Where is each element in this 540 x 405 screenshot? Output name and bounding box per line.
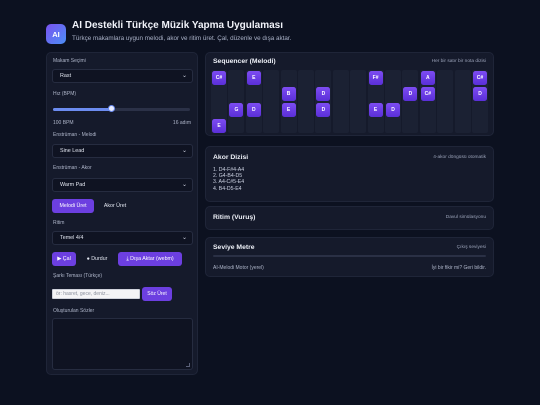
meter-title: Seviye Metre xyxy=(213,244,255,251)
sequencer-column[interactable] xyxy=(332,70,349,133)
chord-item: 4. B4-D5-E4 xyxy=(213,185,242,192)
sequencer-note[interactable]: E xyxy=(212,119,226,134)
chevron-down-icon: ⌄ xyxy=(181,235,187,241)
tempo-slider-fill xyxy=(53,108,112,111)
chord-item: 3. A4-C#5-E4 xyxy=(213,179,245,186)
sequencer-note[interactable]: C# xyxy=(420,86,435,101)
sequencer-note[interactable]: B xyxy=(281,86,296,101)
sequencer-note[interactable]: D xyxy=(473,86,487,101)
chevron-down-icon: ⌄ xyxy=(181,73,187,79)
tempo-label: Hız (BPM) xyxy=(53,91,77,97)
chord-hint: 4-akor döngüsü otomatik xyxy=(433,155,486,160)
sequencer-column[interactable] xyxy=(298,70,314,133)
export-button[interactable]: ⤓ Dışa Aktar (webm) xyxy=(118,252,182,266)
stop-button[interactable]: ● Durdur xyxy=(79,252,115,266)
tempo-slider[interactable] xyxy=(53,105,190,112)
sequencer-note[interactable]: E xyxy=(246,70,261,85)
meter-footer-left: AI-Melodi Motor (yerel) xyxy=(213,265,264,271)
sequencer-title: Sequencer (Melodi) xyxy=(213,58,276,65)
sequencer-note[interactable]: D xyxy=(246,102,261,117)
control-panel: Makam Seçimi Rast ⌄ Hız (BPM) 100 BPM 16… xyxy=(46,52,198,375)
tempo-slider-thumb[interactable] xyxy=(108,105,116,112)
sequencer-grid: C# E F# A C# B D D C# D G D E D E D E xyxy=(211,70,490,134)
chord-instrument-value: Warm Pad xyxy=(60,182,86,188)
sequencer-column[interactable] xyxy=(437,70,454,133)
sequencer-note[interactable]: A xyxy=(420,70,435,85)
sequencer-column[interactable] xyxy=(454,70,471,133)
chord-instrument-label: Enstrüman - Akor xyxy=(53,165,92,171)
chevron-down-icon: ⌄ xyxy=(181,182,187,188)
sequencer-note[interactable]: E xyxy=(281,102,296,117)
melody-instrument-value: Sine Lead xyxy=(60,148,85,154)
app-subtitle: Türkçe makamlara uygun melodi, akor ve r… xyxy=(72,35,292,42)
sequencer-note[interactable]: D xyxy=(403,86,418,101)
chord-title: Akor Dizisi xyxy=(213,154,249,161)
meter-hint: Çıkış seviyesi xyxy=(456,245,486,250)
lyrics-theme-input[interactable]: ör: hasret, gece, deniz... xyxy=(52,289,140,299)
sequencer-column[interactable] xyxy=(350,70,367,133)
sequencer-column[interactable] xyxy=(315,70,332,133)
resize-handle-icon[interactable] xyxy=(186,363,190,367)
chord-instrument-select[interactable]: Warm Pad ⌄ xyxy=(52,178,193,192)
sequencer-note[interactable]: E xyxy=(368,102,383,117)
generate-chords-button[interactable]: Akor Üret xyxy=(97,199,133,213)
tempo-steps: 16 adım xyxy=(172,120,191,126)
sequencer-panel: Sequencer (Melodi) Her bir satır bir not… xyxy=(205,52,494,136)
rhythm-select[interactable]: Temel 4/4 ⌄ xyxy=(52,231,193,245)
sequencer-note[interactable]: D xyxy=(386,102,400,117)
generated-lyrics-textarea[interactable] xyxy=(52,318,193,370)
sequencer-column[interactable] xyxy=(228,70,245,133)
makam-label: Makam Seçimi xyxy=(53,58,86,64)
meter-panel: Seviye Metre Çıkış seviyesi AI-Melodi Mo… xyxy=(205,237,494,277)
generate-lyrics-button[interactable]: Söz Üret xyxy=(142,287,172,301)
sequencer-column[interactable] xyxy=(402,70,419,133)
meter-footer-right[interactable]: İyi bir fikir mi? Geri bildir. xyxy=(432,265,486,271)
level-meter-bar xyxy=(213,255,486,257)
sequencer-column[interactable] xyxy=(385,70,401,133)
sequencer-column[interactable] xyxy=(280,70,297,133)
melody-instrument-label: Enstrüman - Melodi xyxy=(53,132,97,138)
sequencer-note[interactable]: G xyxy=(229,102,244,117)
play-button[interactable]: ▶ Çal xyxy=(52,252,76,266)
generate-melody-button[interactable]: Melodi Üret xyxy=(52,199,94,213)
chord-panel: Akor Dizisi 4-akor döngüsü otomatik 1. D… xyxy=(205,146,494,202)
rhythm-panel: Ritim (Vuruş) Davul simülasyonu xyxy=(205,206,494,230)
generated-lyrics-label: Oluşturulan Sözler xyxy=(53,308,95,314)
makam-select-value: Rast xyxy=(60,73,72,79)
app-logo: AI xyxy=(46,24,66,44)
sequencer-note[interactable]: D xyxy=(316,102,331,117)
chord-list: 1. D4-F#4-A4 2. G4-B4-D5 3. A4-C#5-E4 4.… xyxy=(213,167,244,192)
sequencer-hint: Her bir satır bir nota dizisi xyxy=(431,59,486,64)
sequencer-note[interactable]: F# xyxy=(368,70,383,85)
sequencer-note[interactable]: C# xyxy=(473,70,487,85)
tempo-value: 100 BPM xyxy=(53,120,74,126)
chevron-down-icon: ⌄ xyxy=(181,148,187,154)
app-header: AI AI Destekli Türkçe Müzik Yapma Uygula… xyxy=(46,20,291,46)
rhythm-title: Ritim (Vuruş) xyxy=(213,214,256,221)
melody-instrument-select[interactable]: Sine Lead ⌄ xyxy=(52,144,193,158)
rhythm-hint: Davul simülasyonu xyxy=(445,215,486,220)
sequencer-note[interactable]: D xyxy=(316,86,331,101)
lyrics-theme-label: Şarkı Teması (Türkçe) xyxy=(53,273,103,279)
app-title: AI Destekli Türkçe Müzik Yapma Uygulamas… xyxy=(72,20,284,31)
sequencer-note[interactable]: C# xyxy=(212,70,226,85)
rhythm-select-value: Temel 4/4 xyxy=(60,235,84,241)
rhythm-label: Ritim xyxy=(53,220,65,226)
sequencer-column[interactable] xyxy=(263,70,280,133)
makam-select[interactable]: Rast ⌄ xyxy=(52,69,193,83)
